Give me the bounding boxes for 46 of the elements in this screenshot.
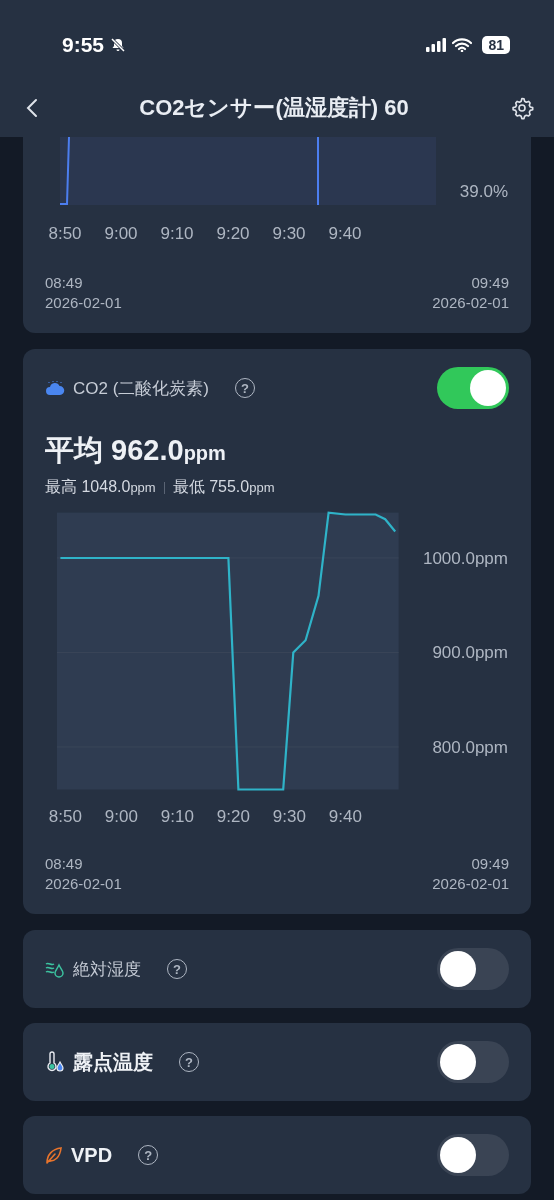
status-time: 9:55 [62, 33, 105, 57]
x-axis-label: 9:10 [160, 224, 194, 243]
toggle-switch[interactable] [437, 367, 509, 409]
signal-icon [426, 38, 447, 52]
metric-label: 露点温度 [73, 1049, 153, 1075]
battery-indicator: 81 [482, 36, 510, 54]
x-axis-label: 8:50 [48, 807, 82, 826]
range-start-date: 2026-02-01 [45, 874, 122, 894]
cloud-icon [45, 380, 65, 396]
range-end-time: 09:49 [470, 854, 509, 874]
range-end-date: 2026-02-01 [432, 874, 509, 894]
range-start-time: 08:49 [45, 273, 84, 293]
x-axis-label: 9:00 [104, 807, 138, 826]
metric-label: 絶対湿度 [73, 958, 141, 981]
x-axis-label: 8:50 [48, 224, 82, 243]
toggle-switch[interactable] [437, 948, 509, 990]
thermometer-drop-icon [45, 1051, 65, 1073]
page-title: CO2センサー(温湿度計) 60 [138, 94, 410, 122]
range-start-time: 08:49 [45, 854, 84, 874]
min-reading: 最低 755.0ppm [172, 477, 275, 497]
average-reading: 平均 962.0ppm [45, 433, 227, 468]
toggle-switch[interactable] [437, 1041, 509, 1083]
metric-label: VPD [71, 1143, 113, 1167]
x-axis-label: 9:20 [216, 224, 250, 243]
x-axis-label: 9:20 [216, 807, 250, 826]
x-axis-label: 9:00 [104, 224, 138, 243]
y-axis-label: 900.0ppm [432, 643, 508, 663]
back-icon[interactable] [26, 98, 38, 118]
y-axis-label: 800.0ppm [432, 737, 508, 757]
y-axis-label: 1000.0ppm [422, 548, 508, 568]
settings-icon[interactable] [510, 96, 534, 120]
x-axis-label: 9:30 [272, 224, 306, 243]
range-start-date: 2026-02-01 [45, 293, 122, 313]
max-reading: 最高 1048.0ppm [45, 477, 156, 497]
leaf-icon [45, 1145, 63, 1165]
toggle-switch[interactable] [437, 1134, 509, 1176]
wifi-icon [452, 38, 473, 52]
x-axis-label: 9:10 [160, 807, 194, 826]
bell-muted-icon [110, 37, 127, 53]
x-axis-label: 9:40 [328, 224, 362, 243]
y-axis-label: 39.0% [459, 182, 508, 201]
x-axis-label: 9:30 [272, 807, 306, 826]
range-end-date: 2026-02-01 [432, 293, 509, 313]
x-axis-label: 9:40 [328, 807, 362, 826]
range-end-time: 09:49 [470, 273, 509, 293]
metric-label: CO2 (二酸化炭素) [73, 377, 209, 400]
